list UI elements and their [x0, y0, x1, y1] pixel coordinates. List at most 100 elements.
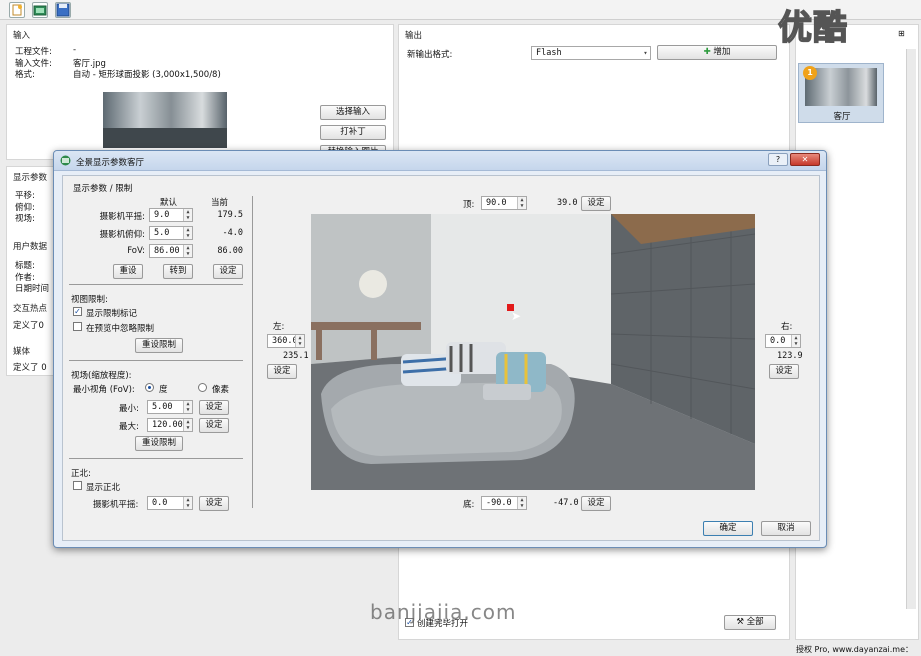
max-fov-value: 120.00: [152, 420, 183, 430]
max-label: 最大:: [119, 422, 139, 432]
reset-limit-button[interactable]: 重设限制: [135, 338, 183, 353]
defined-hotspots: 定义了0: [13, 321, 44, 331]
reset-button[interactable]: 重设: [113, 264, 143, 279]
left-limit-input[interactable]: 360.0 ▲ ▼: [267, 334, 305, 348]
right-limit-input[interactable]: 0.0 ▲ ▼: [765, 334, 801, 348]
dialog-titlebar: 全景显示参数客厅 ? ✕: [54, 151, 826, 171]
save-icon[interactable]: [55, 2, 71, 18]
fov-zoom-title: 视场(缩放程度):: [71, 371, 132, 381]
view-limit-title: 视图限制:: [71, 295, 108, 305]
dialog-body: 显示参数 / 限制 默认 当前 摄影机平摇: 9.0 ▲ ▼ 179.5 摄影机俯仰…: [62, 175, 820, 541]
col-current-header: 当前: [211, 198, 229, 208]
top-limit-current: 39.0: [557, 198, 578, 208]
pixel-radio[interactable]: [198, 383, 207, 392]
project-value: -: [73, 45, 77, 55]
close-button[interactable]: ✕: [790, 153, 820, 166]
north-title: 正北:: [71, 469, 91, 479]
hotspots-title: 交互热点: [13, 304, 48, 314]
left-limit-label: 左:: [273, 322, 285, 332]
all-button[interactable]: ⚒ 全部: [724, 615, 776, 630]
right-limit-current: 123.9: [777, 351, 803, 361]
set-max-button[interactable]: 设定: [199, 418, 229, 433]
min-fov-value: 5.00: [152, 402, 173, 412]
min-fov-input[interactable]: 5.00 ▲ ▼: [147, 400, 193, 414]
show-north-label: 显示正北: [86, 483, 121, 493]
cam-pan-current: 179.5: [217, 210, 243, 220]
min-label: 最小:: [119, 404, 139, 414]
set-left-button[interactable]: 设定: [267, 364, 297, 379]
license-footer: 授权 Pro, www.dayanzai.me：: [796, 645, 914, 654]
reset-limit-button-2[interactable]: 重设限制: [135, 436, 183, 451]
output-panel-title: 输出: [405, 31, 423, 41]
left-limit-current: 235.1: [283, 351, 309, 361]
output-format-select[interactable]: Flash ▾: [531, 46, 651, 60]
room-preview-image: [311, 214, 755, 490]
cam-tilt-default-input[interactable]: 5.0 ▲ ▼: [149, 226, 193, 240]
panorama-preview[interactable]: ➤: [311, 214, 755, 490]
top-limit-label: 顶:: [463, 200, 475, 210]
thumbnail-badge: 1: [803, 66, 817, 80]
add-output-button[interactable]: ✚ 增加: [657, 45, 777, 60]
show-north-checkbox[interactable]: [73, 481, 82, 490]
separator-1: [69, 284, 243, 285]
cancel-button[interactable]: 取消: [761, 521, 811, 536]
dialog-title: 全景显示参数客厅: [76, 158, 145, 168]
open-icon[interactable]: [32, 2, 48, 18]
set-current-button[interactable]: 设定: [213, 264, 243, 279]
right-scrollbar[interactable]: [906, 49, 916, 609]
bottom-limit-value: -90.0: [486, 498, 512, 508]
bottom-limit-input[interactable]: -90.0 ▲ ▼: [481, 496, 527, 510]
fov-default-input[interactable]: 86.00 ▲ ▼: [149, 244, 193, 258]
title-label: 标题:: [15, 261, 35, 271]
all-button-label: 全部: [746, 617, 764, 627]
set-min-button[interactable]: 设定: [199, 400, 229, 415]
ignore-in-preview-label: 在预览中忽略限制: [86, 324, 155, 334]
fov-current: 86.00: [217, 246, 243, 256]
set-north-button[interactable]: 设定: [199, 496, 229, 511]
help-button[interactable]: ?: [768, 153, 788, 166]
project-label: 工程文件:: [15, 47, 52, 57]
goto-button[interactable]: 转到: [163, 264, 193, 279]
fov-row-label: FoV:: [127, 246, 145, 256]
cam-pan-label: 摄影机平摇:: [99, 212, 145, 222]
cam-tilt-default-value: 5.0: [154, 228, 170, 238]
plus-icon: ✚: [703, 47, 711, 57]
window-pin-icon[interactable]: ⊞: [898, 29, 908, 39]
patch-button[interactable]: 打补丁: [320, 125, 386, 140]
cam-pan-default-input[interactable]: 9.0 ▲ ▼: [149, 208, 193, 222]
input-panel: 输入 工程文件: - 输入文件: 客厅.jpg 格式: 自动 - 矩形球面投影 …: [6, 24, 394, 160]
top-limit-input[interactable]: 90.0 ▲ ▼: [481, 196, 527, 210]
bottom-limit-current: -47.0: [553, 498, 579, 508]
top-limit-value: 90.0: [486, 198, 507, 208]
right-limit-value: 0.0: [770, 336, 786, 346]
fov-label: 视场:: [15, 214, 35, 224]
min-fov-label: 最小视角 (FoV):: [73, 385, 135, 395]
ignore-in-preview-checkbox[interactable]: [73, 322, 82, 331]
max-fov-input[interactable]: 120.00 ▲ ▼: [147, 418, 193, 432]
show-limit-marker-label: 显示限制标记: [86, 309, 138, 319]
set-top-button[interactable]: 设定: [581, 196, 611, 211]
panorama-thumbnail: [103, 92, 227, 148]
new-file-icon[interactable]: [9, 2, 25, 18]
north-pan-label: 摄影机平摇:: [93, 500, 139, 510]
banjiajia-watermark: banjiajia.com: [370, 600, 517, 624]
degree-radio[interactable]: [145, 383, 154, 392]
thumbnail-caption: 客厅: [833, 112, 851, 122]
pixel-label: 像素: [212, 385, 230, 395]
panorama-display-dialog: 全景显示参数客厅 ? ✕ 显示参数 / 限制 默认 当前 摄影机平摇: 9.0 ▲…: [53, 150, 827, 548]
select-input-button[interactable]: 选择输入: [320, 105, 386, 120]
set-right-button[interactable]: 设定: [769, 364, 799, 379]
thumbnail-item[interactable]: 1 客厅: [798, 63, 884, 123]
input-panel-title: 输入: [13, 31, 31, 41]
north-pan-input[interactable]: 0.0 ▲ ▼: [147, 496, 193, 510]
add-output-label: 增加: [713, 47, 731, 57]
cam-tilt-current: -4.0: [222, 228, 243, 238]
show-limit-marker-checkbox[interactable]: ✓: [73, 307, 82, 316]
cam-pan-default-value: 9.0: [154, 210, 170, 220]
display-limit-group-title: 显示参数 / 限制: [73, 184, 133, 194]
north-pan-value: 0.0: [152, 498, 168, 508]
set-bottom-button[interactable]: 设定: [581, 496, 611, 511]
ok-button[interactable]: 确定: [703, 521, 753, 536]
output-format-value: Flash: [536, 48, 562, 58]
user-data-title: 用户数据: [13, 242, 48, 252]
